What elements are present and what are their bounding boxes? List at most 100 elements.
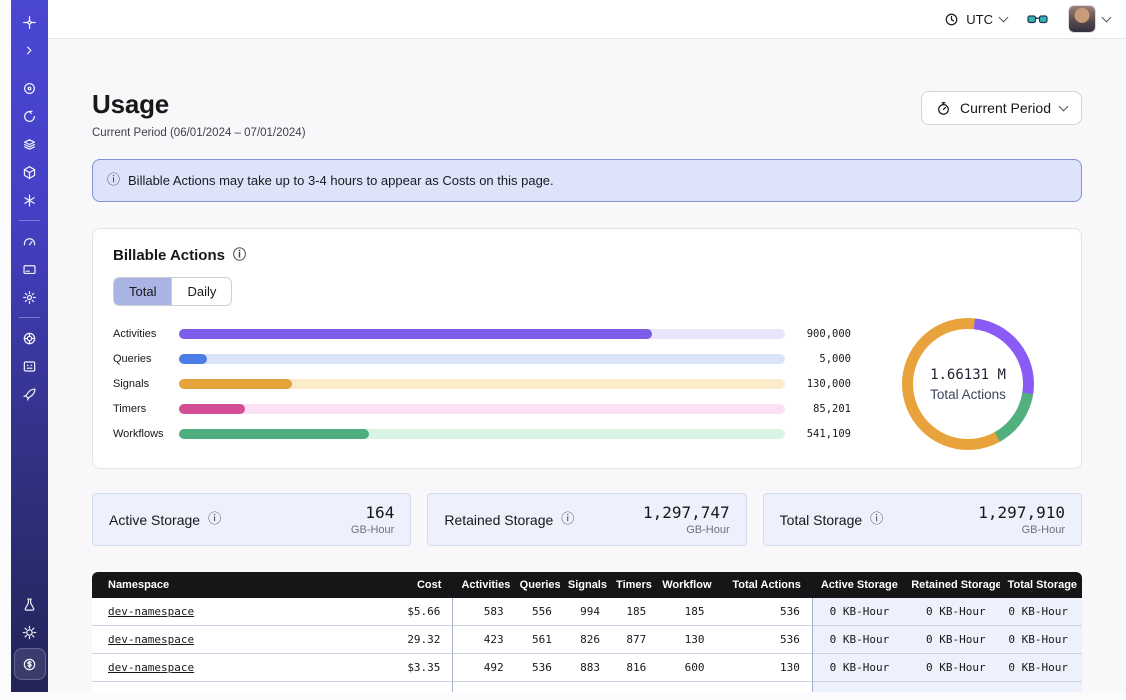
cell	[560, 682, 608, 692]
sidebar-item-theme-toggle[interactable]	[16, 620, 44, 644]
sidebar-item-temporal-logo[interactable]	[16, 10, 44, 34]
sidebar-item-feedback[interactable]	[16, 354, 44, 378]
cell: 994	[560, 598, 608, 626]
theme-toggle-icon	[22, 625, 37, 640]
cell: 536	[712, 598, 812, 626]
info-icon[interactable]: ⓘ	[208, 513, 221, 526]
period-selector-label: Current Period	[960, 100, 1051, 116]
app-screen: UTC Usage Current Period (06/01/2024 – 0…	[0, 0, 1126, 700]
user-menu[interactable]	[1068, 5, 1110, 33]
workflows-icon	[22, 165, 37, 180]
cell: 0 KB-Hour	[903, 654, 999, 682]
cell	[1000, 682, 1082, 692]
bar-label: Workflows	[113, 428, 179, 440]
sidebar-item-schedules[interactable]	[16, 104, 44, 128]
sidebar-divider	[19, 220, 40, 221]
storage-card-active-storage: Active Storageⓘ164GB-Hour	[92, 493, 411, 546]
cell: 0 KB-Hour	[903, 626, 999, 654]
namespace-link[interactable]: dev-namespace	[108, 661, 194, 674]
temporal-logo-icon	[22, 15, 37, 30]
cell: 883	[560, 654, 608, 682]
bar-row-queries: Queries5,000	[113, 347, 851, 372]
cell: 536	[512, 654, 560, 682]
feedback-icon	[22, 359, 37, 374]
cell	[813, 682, 903, 692]
bar-value: 541,109	[785, 428, 851, 440]
sidebar-item-nexus[interactable]	[16, 188, 44, 212]
period-selector-button[interactable]: Current Period	[921, 91, 1082, 125]
sidebar-item-getting-started[interactable]	[16, 382, 44, 406]
namespace-link[interactable]: dev-namespace	[108, 633, 194, 646]
storage-card-label-text: Total Storage	[780, 512, 863, 528]
sidebar-item-namespaces[interactable]	[16, 76, 44, 100]
info-banner: ⓘ Billable Actions may take up to 3-4 ho…	[92, 159, 1082, 202]
namespace-link[interactable]: dev-namespace	[108, 605, 194, 618]
sidebar-item-labs[interactable]	[16, 592, 44, 616]
storage-card-value-block: 1,297,910GB-Hour	[978, 503, 1065, 536]
sidebar-divider	[19, 317, 40, 318]
cell: 0 KB-Hour	[1000, 598, 1082, 626]
sidebar-item-support[interactable]	[16, 326, 44, 350]
cell: dev-namespace	[92, 626, 353, 654]
stopwatch-icon	[936, 101, 951, 116]
cell: 185	[608, 598, 654, 626]
cell	[903, 682, 999, 692]
column-header-retained-storage: Retained Storage	[903, 572, 999, 598]
cell	[608, 682, 654, 692]
sidebar-item-collapse[interactable]	[16, 38, 44, 62]
total-actions-label: Total Actions	[930, 387, 1006, 402]
storage-card-unit: GB-Hour	[351, 524, 394, 536]
storage-card-label-text: Retained Storage	[444, 512, 553, 528]
info-icon: ⓘ	[107, 174, 120, 187]
storage-card-value: 164	[351, 503, 394, 522]
sidebar-item-pricing[interactable]	[14, 648, 46, 680]
cell: 130	[654, 626, 712, 654]
page-title: Usage	[92, 89, 306, 120]
storage-card-value-block: 1,297,747GB-Hour	[643, 503, 730, 536]
cell	[453, 682, 511, 692]
info-icon[interactable]: ⓘ	[561, 513, 574, 526]
cell: dev-namespace	[92, 654, 353, 682]
cell	[712, 682, 812, 692]
avatar	[1068, 5, 1096, 33]
info-icon[interactable]: ⓘ	[233, 249, 246, 262]
storage-card-retained-storage: Retained Storage ⓘ 1,297,747GB-Hour	[427, 493, 746, 546]
bar-fill	[179, 429, 369, 439]
cell: $3.35	[353, 654, 453, 682]
cell: 0 KB-Hour	[1000, 654, 1082, 682]
bar-row-activities: Activities900,000	[113, 322, 851, 347]
storage-summary-row: Active Storageⓘ164GB-HourRetained Storag…	[92, 493, 1082, 546]
billing-icon	[22, 262, 37, 277]
support-icon	[22, 331, 37, 346]
bar-label: Signals	[113, 378, 179, 390]
sidebar-item-usage[interactable]	[16, 229, 44, 253]
sidebar-item-workflows[interactable]	[16, 160, 44, 184]
cell	[353, 682, 453, 692]
column-header-activities: Activities	[453, 572, 511, 598]
total-daily-tabs: TotalDaily	[113, 277, 232, 306]
column-header-workflows: Workflows	[654, 572, 712, 598]
glasses-icon[interactable]	[1027, 13, 1048, 26]
donut-zone: 1.66131 M Total Actions	[875, 318, 1061, 450]
cell: 0 KB-Hour	[813, 654, 903, 682]
cell: 877	[608, 626, 654, 654]
storage-card-value-block: 164 GB-Hour	[351, 503, 394, 536]
tab-total[interactable]: Total	[114, 278, 172, 305]
column-header-queries: Queries	[512, 572, 560, 598]
timezone-selector[interactable]: UTC	[944, 12, 1007, 27]
bar-value: 5,000	[785, 353, 851, 365]
bar-track	[179, 354, 785, 364]
sidebar-item-deployments[interactable]	[16, 132, 44, 156]
storage-card-value: 1,297,910	[978, 503, 1065, 522]
info-icon[interactable]: ⓘ	[870, 513, 883, 526]
page-subtitle: Current Period (06/01/2024 – 07/01/2024)	[92, 127, 306, 139]
sidebar-item-settings[interactable]	[16, 285, 44, 309]
cell	[654, 682, 712, 692]
table-row: dev-namespace$3.354925368838166001300 KB…	[92, 654, 1082, 682]
cell: 556	[512, 598, 560, 626]
tab-daily[interactable]: Daily	[172, 278, 231, 305]
cell	[512, 682, 560, 692]
cell: 816	[608, 654, 654, 682]
cell: 561	[512, 626, 560, 654]
sidebar-item-billing[interactable]	[16, 257, 44, 281]
